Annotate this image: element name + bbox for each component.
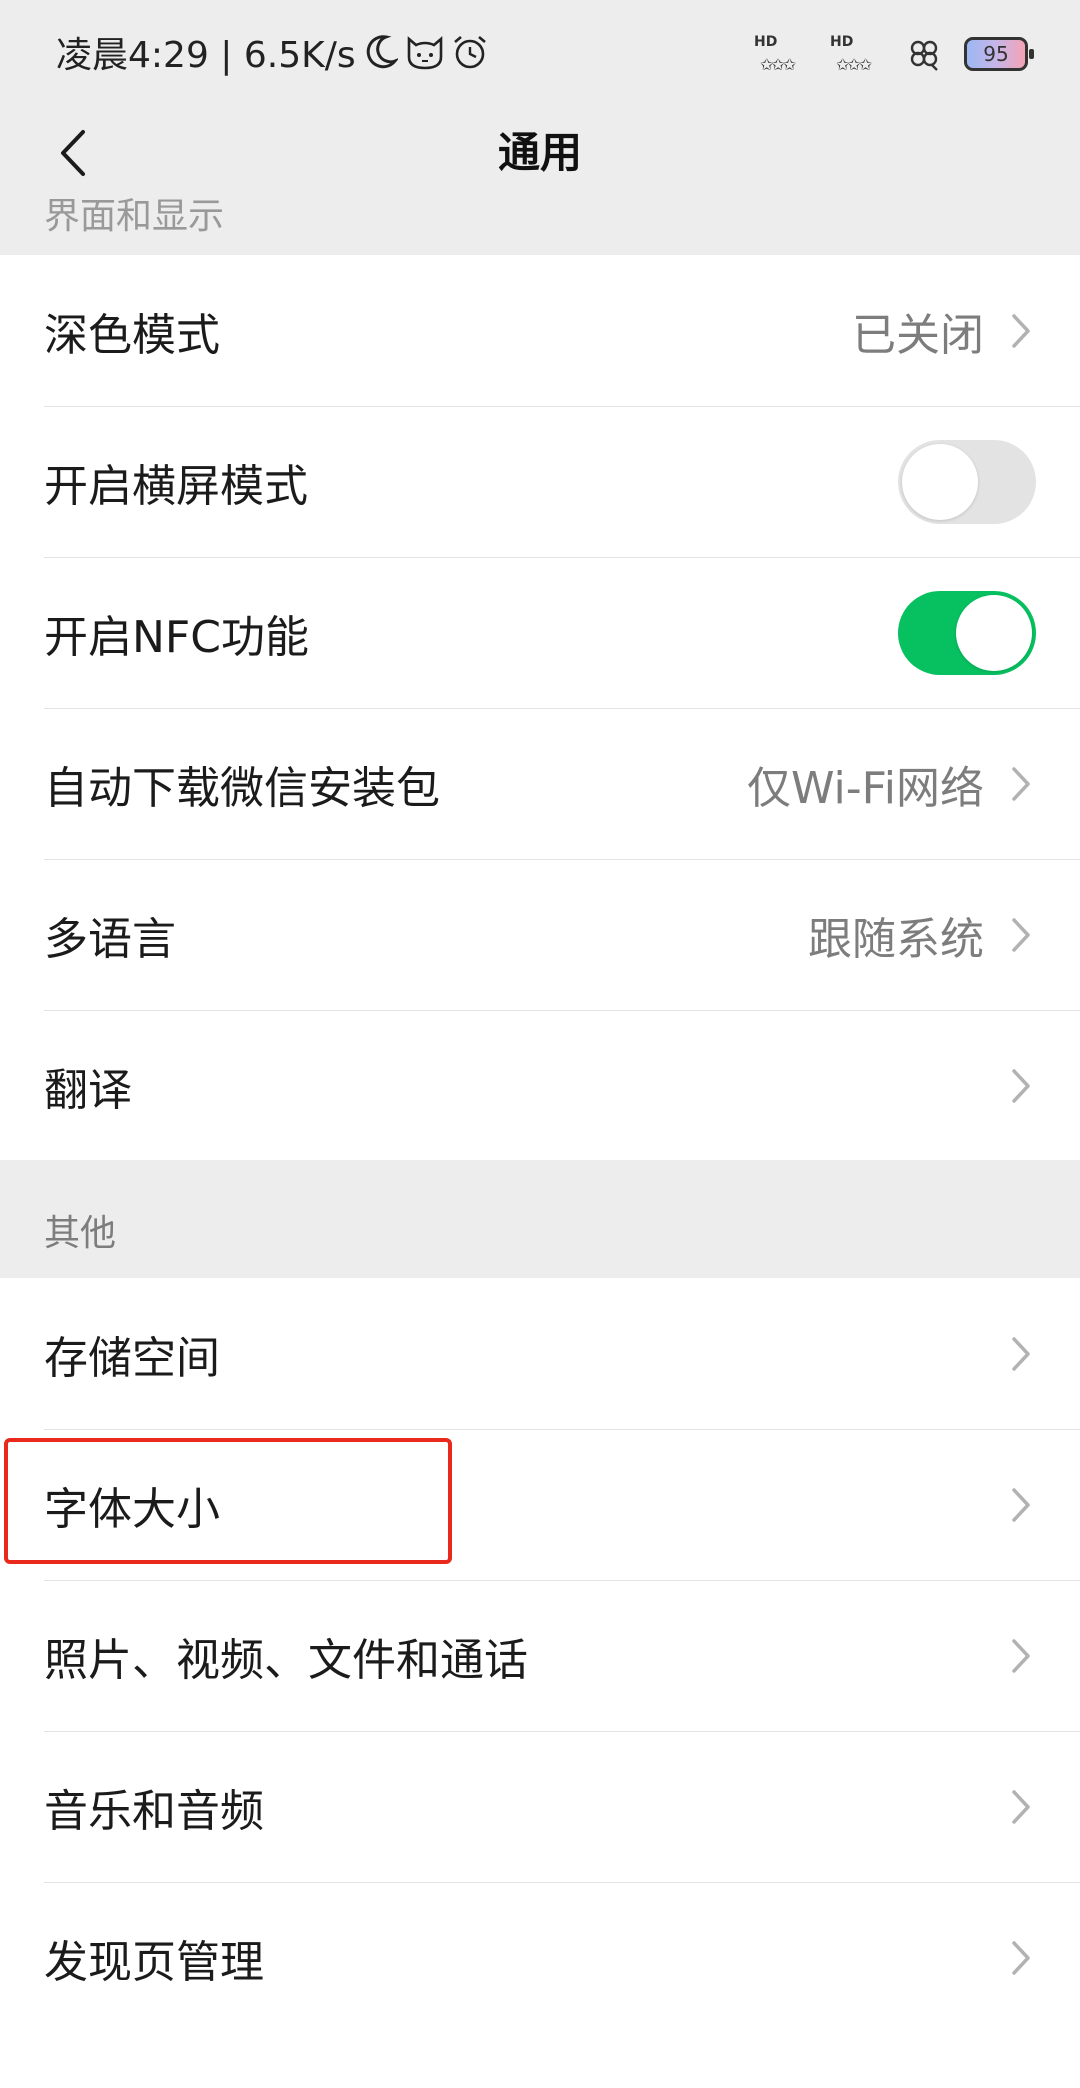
translate-label: 翻译 [44,1064,132,1116]
status-left: 凌晨4:29 | 6.5K/s [56,24,490,80]
cat-icon [404,33,446,71]
hd-label-2: HD [830,34,854,50]
media-calls-row[interactable]: 照片、视频、文件和通话 [0,1580,1080,1731]
section-header-display: 界面和显示 [44,196,225,237]
moon-icon [364,34,398,70]
dark-mode-value: 已关闭 [852,309,984,361]
status-time-speed: 凌晨4:29 | 6.5K/s [56,35,356,76]
page-title: 通用 [497,128,582,177]
chevron-right-icon [1006,1334,1036,1374]
nfc-label: 开启NFC功能 [44,611,309,663]
display-settings-list: 深色模式 已关闭 开启横屏模式 开启NFC功能 自动下载微信安装包 仅Wi-Fi… [0,255,1080,1161]
battery-icon: 95 [964,37,1034,71]
toggle-knob [902,443,978,520]
other-settings-list: 存储空间 字体大小 照片、视频、文件和通话 音乐和音频 发现页管理 [0,1278,1080,2033]
storage-row[interactable]: 存储空间 [0,1278,1080,1429]
chevron-right-icon [1006,764,1036,804]
battery-level: 95 [983,42,1009,66]
chevron-right-icon [1006,1787,1036,1827]
chevron-right-icon [1006,1636,1036,1676]
chevron-right-icon [1006,311,1036,351]
status-right: HD ✩✩✩ HD ✩✩✩ 95 [754,28,1034,80]
language-value: 跟随系统 [808,913,984,965]
nfc-row: 开启NFC功能 [0,557,1080,708]
toggle-knob [956,594,1032,671]
auto-download-row[interactable]: 自动下载微信安装包 仅Wi-Fi网络 [0,708,1080,859]
language-label: 多语言 [44,913,176,965]
signal-stars-icon-2: ✩✩✩ [836,55,872,74]
hd-signal-icon-2: HD ✩✩✩ [830,34,884,74]
signal-stars-icon: ✩✩✩ [760,55,796,74]
media-calls-label: 照片、视频、文件和通话 [44,1634,528,1686]
hd-signal-icon: HD ✩✩✩ [754,34,808,74]
storage-label: 存储空间 [44,1332,220,1384]
language-row[interactable]: 多语言 跟随系统 [0,859,1080,1010]
landscape-mode-row: 开启横屏模式 [0,406,1080,557]
highlight-box [4,1438,452,1564]
dark-mode-label: 深色模式 [44,309,220,361]
music-audio-row[interactable]: 音乐和音频 [0,1731,1080,1882]
chevron-right-icon [1006,915,1036,955]
discover-manage-label: 发现页管理 [44,1936,264,1988]
landscape-mode-label: 开启横屏模式 [44,460,308,512]
landscape-mode-toggle[interactable] [898,439,1036,524]
music-audio-label: 音乐和音频 [44,1785,264,1837]
status-bar: 凌晨4:29 | 6.5K/s HD ✩✩✩ HD ✩✩✩ 95 [0,0,1080,105]
auto-download-value: 仅Wi-Fi网络 [747,762,984,814]
discover-manage-row[interactable]: 发现页管理 [0,1882,1080,2033]
nav-bar: 通用 界面和显示 [0,105,1080,255]
dark-mode-row[interactable]: 深色模式 已关闭 [0,255,1080,406]
nfc-toggle[interactable] [898,590,1036,675]
chevron-right-icon [1006,1938,1036,1978]
clover-wifi-icon [906,36,942,72]
section-header-other-label: 其他 [44,1213,117,1254]
chevron-right-icon [1006,1066,1036,1106]
alarm-icon [450,33,490,71]
chevron-right-icon [1006,1485,1036,1525]
hd-label: HD [754,34,778,50]
auto-download-label: 自动下载微信安装包 [44,762,440,814]
section-header-other: 其他 [0,1160,1080,1278]
translate-row[interactable]: 翻译 [0,1010,1080,1161]
